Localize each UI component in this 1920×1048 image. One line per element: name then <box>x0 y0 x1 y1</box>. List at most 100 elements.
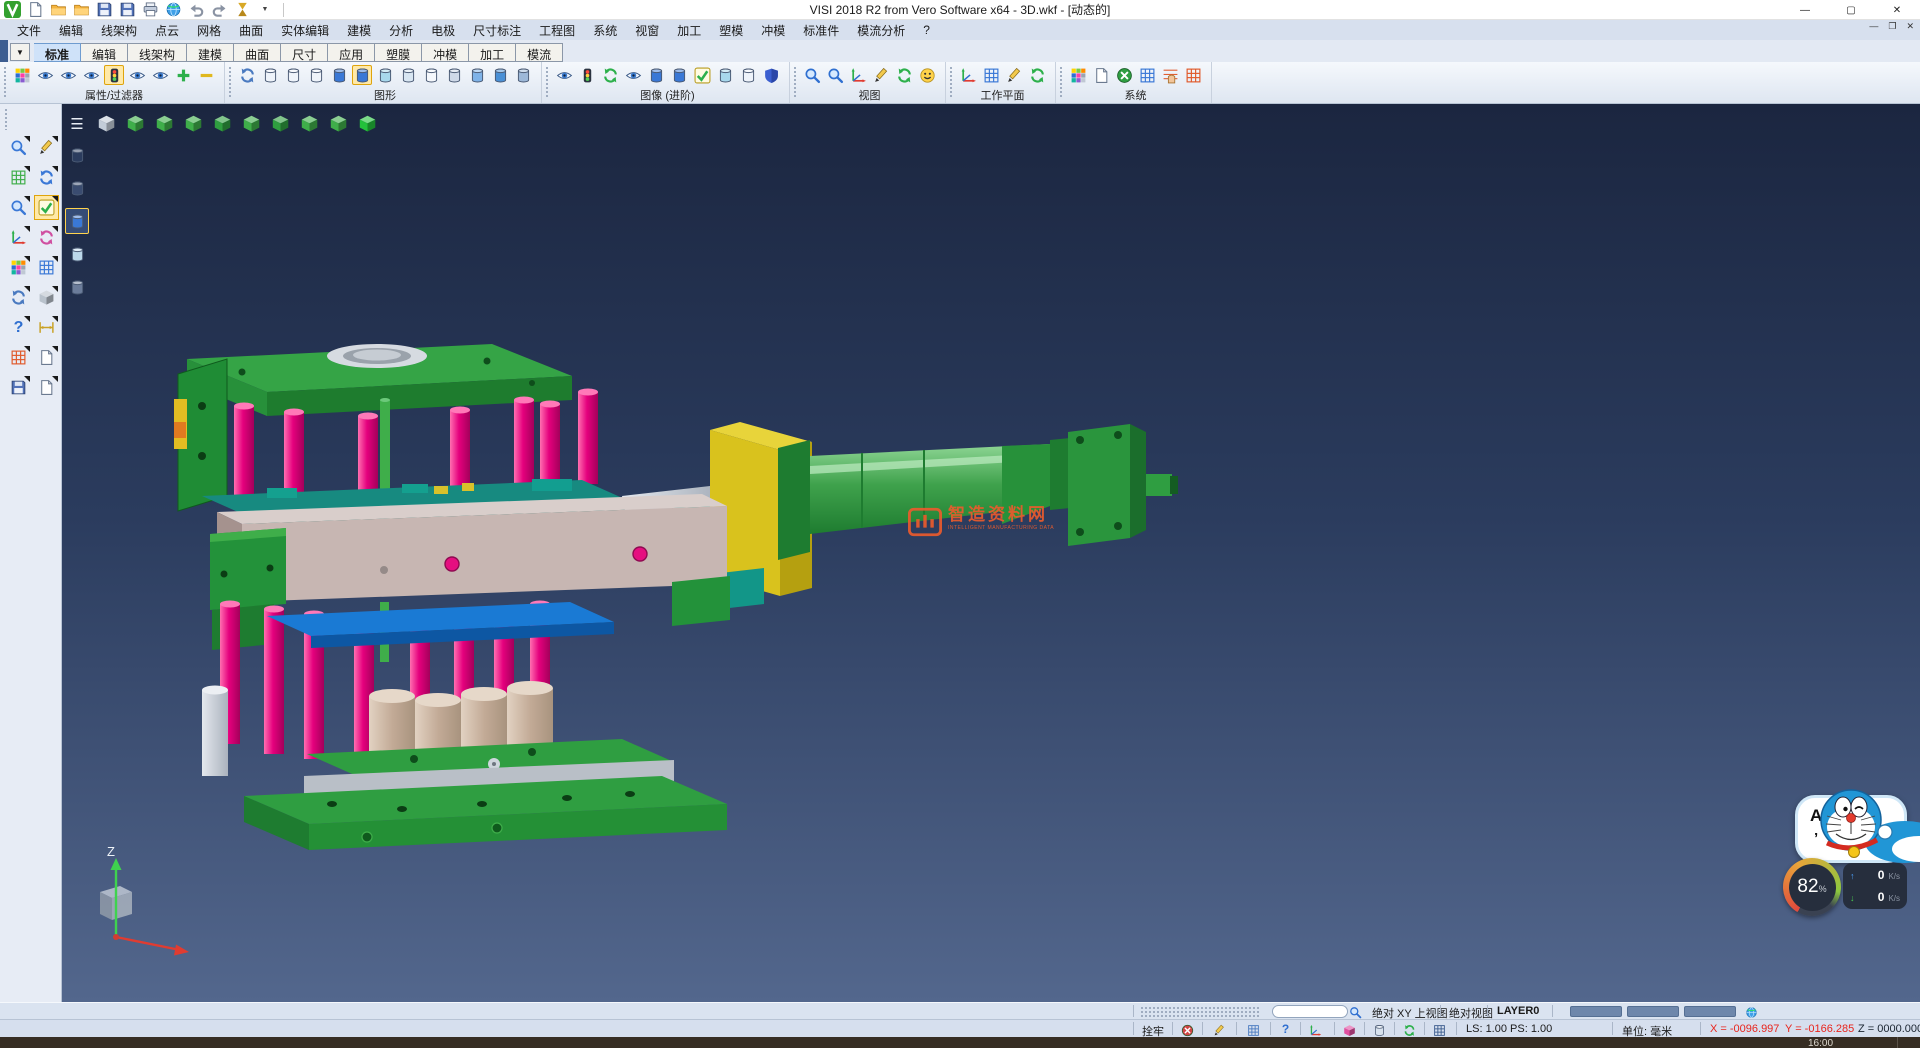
active-layer-status[interactable]: LAYER0 <box>1497 1005 1539 1017</box>
color-swatch-3[interactable] <box>1684 1006 1736 1017</box>
filter-traffic-light-icon[interactable] <box>104 65 124 85</box>
draft-analysis-icon[interactable] <box>7 346 30 369</box>
menu-dimension[interactable]: 尺寸标注 <box>464 20 530 41</box>
tabrow-dropdown-icon[interactable]: ▼ <box>10 43 30 61</box>
workplane-reset-icon[interactable] <box>1027 65 1047 85</box>
toggle-visibility-icon[interactable] <box>150 65 170 85</box>
menu-electrode[interactable]: 电极 <box>422 20 464 41</box>
notes-icon[interactable] <box>35 376 58 399</box>
cylinder-render-icon[interactable] <box>467 65 487 85</box>
grid-icon[interactable] <box>1246 1023 1261 1037</box>
layer-manager-icon[interactable] <box>1091 65 1111 85</box>
tab-surface[interactable]: 曲面 <box>234 43 281 62</box>
cylinder-copy-icon[interactable] <box>490 65 510 85</box>
view-plane-icon[interactable] <box>848 65 868 85</box>
menu-solid-edit[interactable]: 实体编辑 <box>272 20 338 41</box>
sketch-pencil-icon[interactable] <box>1212 1023 1227 1037</box>
zoom-extents-icon[interactable] <box>825 65 845 85</box>
traffic-light-icon[interactable] <box>577 65 597 85</box>
cylinder-outline-icon[interactable] <box>306 65 326 85</box>
validate-solid-icon[interactable] <box>692 65 712 85</box>
window-grid-icon[interactable] <box>35 256 58 279</box>
hide-entities-icon[interactable] <box>81 65 101 85</box>
search-icon[interactable] <box>1348 1005 1363 1019</box>
zoom-window-icon[interactable] <box>802 65 822 85</box>
doc-restore-button[interactable]: ❐ <box>1888 21 1896 32</box>
color-palette-icon[interactable] <box>1068 65 1088 85</box>
add-filter-icon[interactable] <box>173 65 193 85</box>
color-swatch-1[interactable] <box>1570 1006 1622 1017</box>
settings-globe-icon[interactable] <box>1114 65 1134 85</box>
wire-solid-icon[interactable] <box>738 65 758 85</box>
help-icon[interactable]: ? <box>7 316 30 339</box>
color-swatch-2[interactable] <box>1627 1006 1679 1017</box>
sketch-compass-icon[interactable] <box>35 166 58 189</box>
undo-icon[interactable] <box>187 1 205 19</box>
rotate-view-icon[interactable] <box>1402 1023 1417 1037</box>
new-document-icon[interactable] <box>26 1 44 19</box>
show-entities-icon[interactable] <box>58 65 78 85</box>
cpu-gauge-widget[interactable]: 82% <box>1783 858 1841 916</box>
dynamic-view-icon[interactable] <box>871 65 891 85</box>
revolve-curve-icon[interactable] <box>35 226 58 249</box>
window-settings-icon[interactable] <box>1137 65 1157 85</box>
menu-pointcloud[interactable]: 点云 <box>146 20 188 41</box>
visibility-refresh-icon[interactable] <box>127 65 147 85</box>
clipboard-icon[interactable] <box>35 346 58 369</box>
insert-file-icon[interactable] <box>72 1 90 19</box>
attribute-brush-icon[interactable] <box>12 65 32 85</box>
menu-drawing[interactable]: 工程图 <box>530 20 584 41</box>
menu-wireframe[interactable]: 线架构 <box>92 20 146 41</box>
cylinder-flat-icon[interactable] <box>398 65 418 85</box>
translucent-solid-icon[interactable] <box>715 65 735 85</box>
shade-solid2-icon[interactable] <box>669 65 689 85</box>
print-icon[interactable] <box>141 1 159 19</box>
context-help-icon[interactable]: ? <box>1278 1022 1293 1036</box>
workplane-axes-icon[interactable] <box>958 65 978 85</box>
tab-flow[interactable]: 模流 <box>516 43 563 62</box>
network-speed-widget[interactable]: ↑ 0 K/s ↓ 0 K/s <box>1843 863 1907 909</box>
edit-pencil-icon[interactable] <box>35 136 58 159</box>
cylinder-ghost-icon[interactable] <box>421 65 441 85</box>
tab-machining[interactable]: 加工 <box>469 43 516 62</box>
render-settings-icon[interactable] <box>513 65 533 85</box>
tab-mould[interactable]: 塑膜 <box>375 43 422 62</box>
menu-analysis[interactable]: 分析 <box>380 20 422 41</box>
visibility-document-icon[interactable] <box>35 65 55 85</box>
visibility-icon[interactable] <box>623 65 643 85</box>
menu-machining[interactable]: 加工 <box>668 20 710 41</box>
history-icon[interactable] <box>233 1 251 19</box>
remove-filter-icon[interactable] <box>196 65 216 85</box>
cylinder-shaded-icon[interactable] <box>329 65 349 85</box>
menu-mould[interactable]: 塑模 <box>710 20 752 41</box>
open-icon[interactable] <box>49 1 67 19</box>
regen-ball-icon[interactable] <box>600 65 620 85</box>
save-as-icon[interactable] <box>118 1 136 19</box>
cylinder-shaded-edges-icon[interactable] <box>352 65 372 85</box>
tab-standard[interactable]: 标准 <box>34 43 81 62</box>
menu-surface[interactable]: 曲面 <box>230 20 272 41</box>
save-icon[interactable] <box>95 1 113 19</box>
workplane-grid-icon[interactable] <box>981 65 1001 85</box>
window-split-icon[interactable] <box>1432 1023 1447 1037</box>
zoom-solid-icon[interactable] <box>7 196 30 219</box>
menu-edit[interactable]: 编辑 <box>50 20 92 41</box>
tab-progress[interactable]: 冲模 <box>422 43 469 62</box>
cylinder-hidden-line-icon[interactable] <box>283 65 303 85</box>
menu-standard-parts[interactable]: 标准件 <box>794 20 848 41</box>
menu-mesh[interactable]: 网格 <box>188 20 230 41</box>
web-globe-icon[interactable] <box>1744 1005 1759 1019</box>
tab-edit[interactable]: 编辑 <box>81 43 128 62</box>
chart-save-icon[interactable] <box>7 376 30 399</box>
menu-flow-analysis[interactable]: 模流分析 <box>848 20 914 41</box>
close-button[interactable]: ✕ <box>1874 0 1920 20</box>
grid-plane-icon[interactable] <box>1183 65 1203 85</box>
viewport-3d[interactable]: ☰ <box>62 104 1920 1002</box>
doc-close-button[interactable]: ✕ <box>1906 21 1914 32</box>
menu-modeling[interactable]: 建模 <box>338 20 380 41</box>
zoom-search-icon[interactable] <box>7 136 30 159</box>
shade-solid-icon[interactable] <box>646 65 666 85</box>
cylinder-wireframe-icon[interactable] <box>260 65 280 85</box>
command-search-input[interactable] <box>1272 1005 1348 1018</box>
tab-application[interactable]: 应用 <box>328 43 375 62</box>
